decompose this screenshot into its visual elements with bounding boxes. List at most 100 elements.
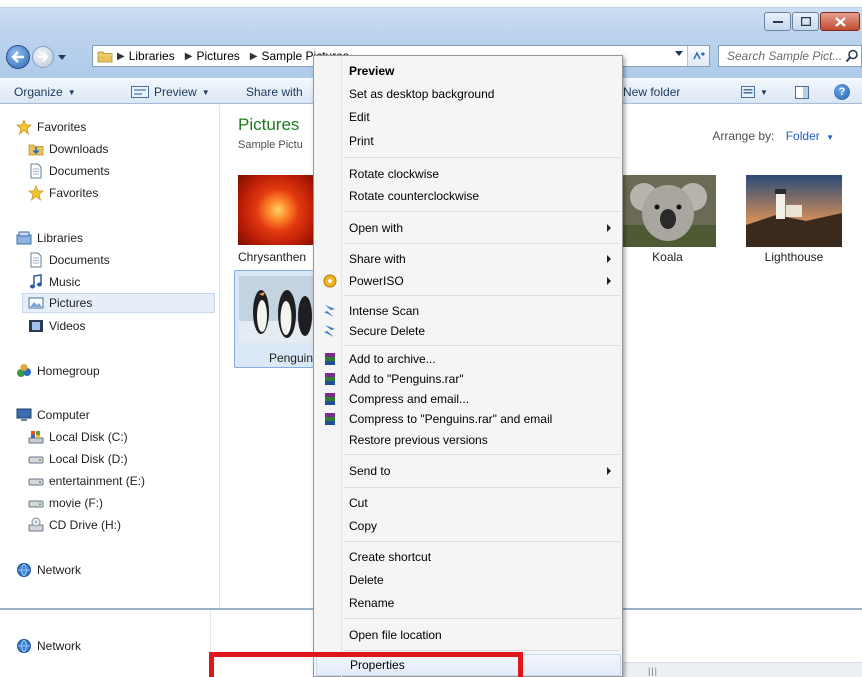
menu-item-add-to-archive[interactable]: Add to archive...: [316, 348, 621, 370]
breadcrumb-libraries[interactable]: Libraries: [129, 49, 175, 63]
forward-button[interactable]: [32, 46, 54, 68]
nav-network[interactable]: Network: [16, 560, 81, 580]
nav-item-label: CD Drive (H:): [49, 518, 121, 532]
menu-item-rotate-counterclockwise[interactable]: Rotate counterclockwise: [316, 185, 621, 207]
menu-item-label: Intense Scan: [349, 304, 420, 318]
nav-item-local-disk-d[interactable]: Local Disk (D:): [28, 449, 128, 469]
preview-button[interactable]: Preview ▼: [131, 83, 210, 101]
nav-computer[interactable]: Computer: [16, 405, 90, 425]
submenu-arrow-icon: [607, 255, 611, 263]
maximize-button[interactable]: [792, 12, 819, 31]
forward-arrow-icon: [38, 52, 49, 62]
context-menu: Preview Set as desktop background Edit P…: [313, 55, 623, 677]
arrange-by-label: Arrange by:: [712, 129, 775, 143]
menu-item-label: Add to "Penguins.rar": [349, 372, 464, 386]
close-button[interactable]: [820, 12, 860, 31]
menu-item-preview[interactable]: Preview: [316, 60, 621, 82]
computer-icon: [16, 407, 32, 423]
nav-item-label: Local Disk (D:): [49, 452, 128, 466]
menu-item-edit[interactable]: Edit: [316, 106, 621, 128]
menu-item-label: Restore previous versions: [349, 433, 488, 447]
menu-separator: [344, 487, 620, 488]
menu-item-restore-previous-versions[interactable]: Restore previous versions: [316, 429, 621, 451]
nav-homegroup[interactable]: Homegroup: [16, 361, 100, 381]
nav-item-entertainment-e[interactable]: entertainment (E:): [28, 471, 145, 491]
menu-item-label: Open with: [349, 221, 404, 235]
menu-item-print[interactable]: Print: [316, 130, 621, 152]
menu-separator: [344, 243, 620, 244]
file-item-chrysanthemum[interactable]: Chrysanthen: [238, 173, 318, 269]
menu-item-label: Share with: [349, 252, 406, 266]
refresh-button[interactable]: [687, 46, 709, 66]
back-button[interactable]: [6, 45, 30, 69]
nav-item-cd-drive-h[interactable]: CD Drive (H:): [28, 515, 121, 535]
menu-item-poweriso[interactable]: PowerISO: [316, 270, 621, 292]
nav-item-favorites[interactable]: Favorites: [28, 183, 98, 203]
minimize-button[interactable]: [764, 12, 791, 31]
nav-item-local-disk-c[interactable]: Local Disk (C:): [28, 427, 128, 447]
horizontal-scrollbar[interactable]: |||: [620, 662, 862, 677]
breadcrumb-pictures[interactable]: Pictures: [196, 49, 239, 63]
menu-item-label: Delete: [349, 573, 384, 587]
menu-item-intense-scan[interactable]: Intense Scan: [316, 300, 621, 322]
search-icon[interactable]: [845, 49, 859, 63]
nav-item-documents-fav[interactable]: Documents: [28, 161, 110, 181]
koala-thumbnail: [619, 175, 716, 247]
menu-item-compress-and-email[interactable]: Compress and email...: [316, 388, 621, 410]
refresh-icon: [692, 51, 705, 60]
preview-pane-button[interactable]: [795, 83, 809, 101]
menu-item-rename[interactable]: Rename: [316, 592, 621, 614]
nav-computer-label: Computer: [37, 408, 90, 422]
menu-item-set-desktop-background[interactable]: Set as desktop background: [316, 83, 621, 105]
homegroup-icon: [16, 363, 32, 379]
search-placeholder: Search Sample Pict...: [727, 49, 843, 63]
nav-libraries[interactable]: Libraries: [16, 228, 83, 248]
menu-item-label: Open file location: [349, 628, 442, 642]
change-view-button[interactable]: ▼: [741, 83, 768, 101]
nav-item-label: Documents: [49, 253, 110, 267]
menu-item-create-shortcut[interactable]: Create shortcut: [316, 546, 621, 568]
menu-item-label: Edit: [349, 110, 370, 124]
menu-item-add-to-penguins-rar[interactable]: Add to "Penguins.rar": [316, 368, 621, 390]
arrange-by[interactable]: Arrange by: Folder ▼: [712, 129, 834, 143]
nav-favorites[interactable]: Favorites: [16, 117, 86, 137]
menu-item-rotate-clockwise[interactable]: Rotate clockwise: [316, 163, 621, 185]
share-with-button[interactable]: Share with: [246, 83, 303, 101]
document-icon: [28, 163, 44, 179]
menu-item-label: Rotate clockwise: [349, 167, 440, 181]
menu-item-delete[interactable]: Delete: [316, 569, 621, 591]
nav-item-movie-f[interactable]: movie (F:): [28, 493, 103, 513]
file-item-koala[interactable]: Koala: [619, 173, 716, 269]
new-folder-label: New folder: [623, 85, 681, 99]
nav-item-label: entertainment (E:): [49, 474, 146, 488]
help-button[interactable]: ?: [834, 83, 850, 101]
address-dropdown-icon[interactable]: [675, 51, 683, 56]
nav-item-pictures[interactable]: Pictures: [22, 293, 215, 313]
new-folder-button[interactable]: New folder: [623, 83, 680, 101]
menu-item-label: Send to: [349, 464, 391, 478]
file-item-lighthouse[interactable]: Lighthouse: [746, 173, 842, 269]
preview-pane-icon: [795, 85, 809, 99]
details-network[interactable]: Network: [16, 636, 81, 656]
nav-item-music[interactable]: Music: [28, 272, 80, 292]
menu-item-send-to[interactable]: Send to: [316, 460, 621, 482]
search-input[interactable]: Search Sample Pict...: [718, 45, 862, 67]
menu-item-open-with[interactable]: Open with: [316, 217, 621, 239]
menu-item-copy[interactable]: Copy: [316, 515, 621, 537]
drive-icon: [28, 495, 44, 511]
nav-item-videos[interactable]: Videos: [28, 316, 85, 336]
libraries-icon: [16, 230, 32, 246]
menu-item-label: Compress and email...: [349, 392, 470, 406]
nav-item-documents[interactable]: Documents: [28, 250, 110, 270]
arrange-by-value: Folder: [785, 129, 820, 143]
menu-item-cut[interactable]: Cut: [316, 492, 621, 514]
file-item-label: Chrysanthen: [238, 250, 307, 264]
nav-item-downloads[interactable]: Downloads: [28, 139, 108, 159]
videos-icon: [28, 318, 44, 334]
recent-pages-dropdown[interactable]: [56, 51, 68, 63]
menu-item-compress-to-penguins-rar-email[interactable]: Compress to "Penguins.rar" and email: [316, 408, 621, 430]
organize-button[interactable]: Organize ▼: [14, 83, 76, 101]
menu-item-secure-delete[interactable]: Secure Delete: [316, 320, 621, 342]
menu-item-open-file-location[interactable]: Open file location: [316, 624, 621, 646]
menu-item-share-with[interactable]: Share with: [316, 248, 621, 270]
